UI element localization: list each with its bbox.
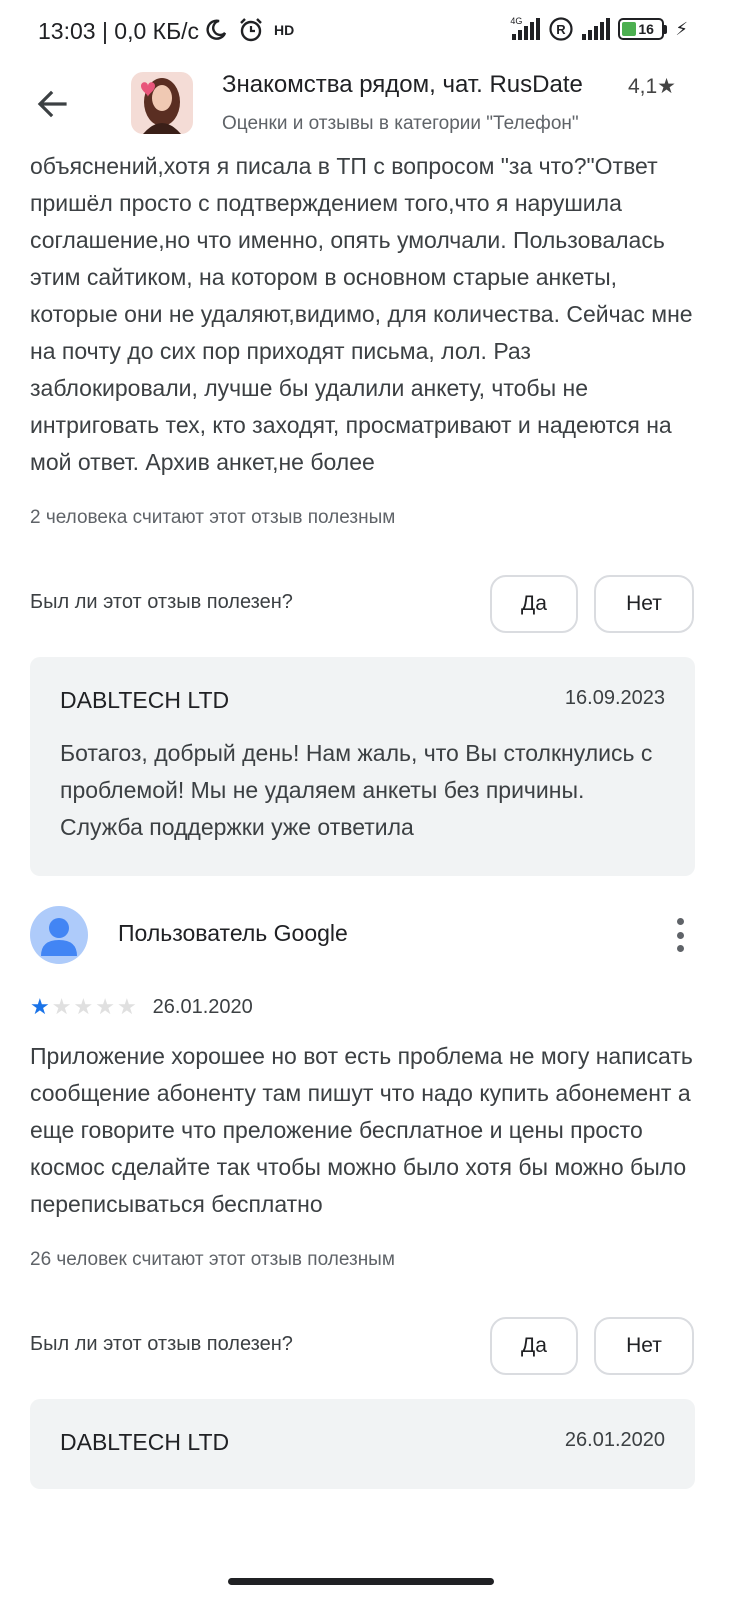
alarm-icon [240, 18, 262, 42]
review-card: Пользователь Google ★ ★ ★ ★ ★ 26.01.2020… [30, 904, 695, 1489]
rating-row: ★ ★ ★ ★ ★ 26.01.2020 [30, 992, 695, 1022]
star-filled-icon: ★ [30, 994, 50, 1019]
signal-icon [582, 18, 611, 40]
status-bar: 13:03 | 0,0 КБ/с HD 4G R 16 ⚡ [0, 0, 738, 66]
review-card: объяснений,хотя я писала в ТП с вопросом… [30, 148, 695, 876]
charging-icon: ⚡ [675, 18, 688, 39]
home-indicator[interactable] [228, 1578, 494, 1585]
helpful-no-button[interactable]: Нет [594, 575, 694, 633]
helpful-row: Был ли этот отзыв полезен? Да Нет [30, 575, 695, 635]
hd-icon: HD [274, 22, 295, 38]
star-empty-icon: ★ [51, 994, 72, 1019]
helpful-no-button[interactable]: Нет [594, 1317, 694, 1375]
helpful-question: Был ли этот отзыв полезен? [30, 1333, 293, 1355]
more-options-button[interactable] [665, 914, 695, 956]
reply-text: Ботагоз, добрый день! Нам жаль, что Вы с… [60, 740, 653, 840]
helpful-count: 2 человека считают этот отзыв полезным [30, 507, 396, 528]
star-rating: ★ ★ ★ ★ ★ [30, 996, 137, 1018]
star-empty-icon: ★ [116, 994, 137, 1019]
arrow-back-icon [37, 90, 67, 118]
status-time-speed: 13:03 | 0,0 КБ/с [38, 18, 200, 44]
helpful-yes-button[interactable]: Да [490, 575, 578, 633]
back-button[interactable] [28, 80, 76, 128]
developer-name: DABLTECH LTD [60, 1429, 230, 1455]
status-right-icons: 4G R 16 ⚡ [510, 16, 688, 42]
star-empty-icon: ★ [73, 994, 94, 1019]
svg-text:R: R [557, 22, 567, 37]
reply-date: 26.01.2020 [564, 1429, 665, 1451]
avatar [30, 906, 88, 964]
reply-date: 16.09.2023 [564, 687, 665, 709]
nav-bar [0, 1538, 738, 1600]
helpful-row: Был ли этот отзыв полезен? Да Нет [30, 1317, 695, 1377]
developer-name: DABLTECH LTD [60, 687, 230, 713]
developer-reply: DABLTECH LTD 26.01.2020 [30, 1399, 695, 1489]
helpful-question: Был ли этот отзыв полезен? [30, 591, 293, 613]
signal-4g-icon: 4G [510, 16, 541, 40]
review-text: объяснений,хотя я писала в ТП с вопросом… [30, 153, 693, 475]
star-empty-icon: ★ [95, 994, 115, 1019]
reviews-list: объяснений,хотя я писала в ТП с вопросом… [30, 148, 695, 1489]
review-date: 26.01.2020 [152, 995, 253, 1018]
reviewer-name: Пользователь Google [118, 920, 348, 946]
developer-reply: DABLTECH LTD 16.09.2023 Ботагоз, добрый … [30, 657, 695, 876]
helpful-yes-button[interactable]: Да [490, 1317, 578, 1375]
app-icon [131, 72, 193, 134]
more-vert-icon [676, 918, 684, 925]
review-header: Пользователь Google [30, 904, 695, 968]
review-text: Приложение хорошее но вот есть проблема … [30, 1043, 693, 1217]
status-left-icons: HD [204, 17, 294, 43]
battery-icon: 16 [618, 18, 668, 40]
app-header: Знакомства рядом, чат. RusDate 4,1★ Оцен… [0, 66, 738, 152]
roaming-r-icon: R [549, 17, 573, 41]
app-rating: 4,1★ [627, 75, 676, 98]
app-subtitle: Оценки и отзывы в категории "Телефон" [222, 113, 579, 134]
app-title: Знакомства рядом, чат. RusDate [222, 71, 583, 98]
moon-icon [206, 19, 227, 40]
person-icon [41, 918, 77, 956]
helpful-count: 26 человек считают этот отзыв полезным [30, 1249, 395, 1270]
